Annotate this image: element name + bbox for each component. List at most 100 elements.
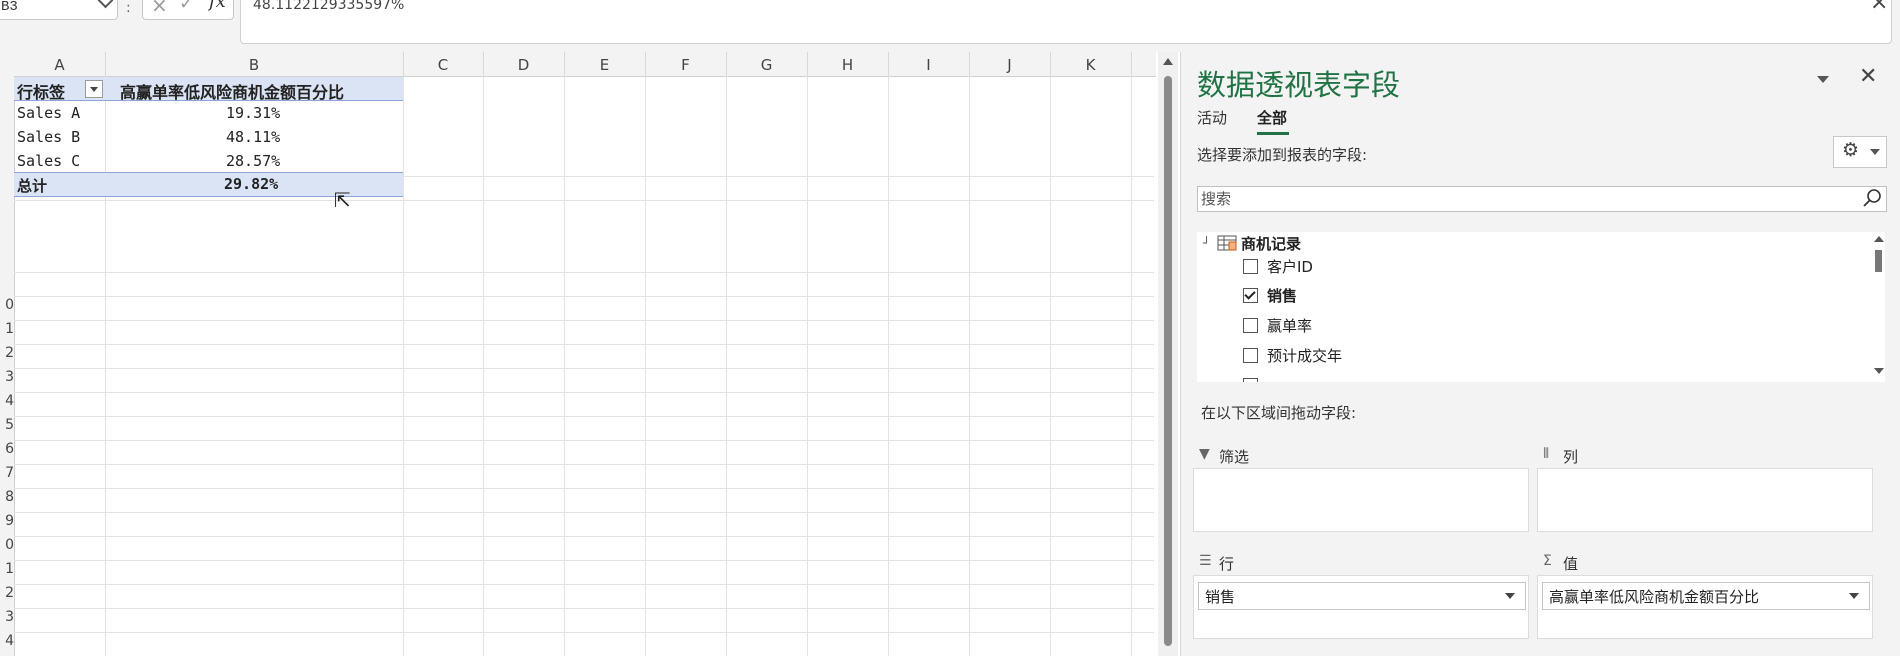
- field-list-settings-button[interactable]: ⚙: [1833, 136, 1887, 168]
- pivot-row-label[interactable]: Sales B: [17, 128, 80, 146]
- column-header-j[interactable]: J: [969, 52, 1051, 76]
- pivot-row-value[interactable]: 28.57%: [226, 152, 280, 170]
- row-number[interactable]: 6: [0, 436, 14, 460]
- field-checkbox[interactable]: [1243, 348, 1258, 363]
- pivot-value-header[interactable]: 高赢单率低风险商机金额百分比: [120, 79, 344, 103]
- values-field-item[interactable]: 高赢单率低风险商机金额百分比: [1542, 582, 1870, 610]
- formula-input[interactable]: 48.1122129335597%: [240, 0, 1892, 44]
- name-box[interactable]: B3: [0, 0, 118, 20]
- gridline: [14, 536, 1154, 537]
- pivot-row-value[interactable]: 48.11%: [226, 128, 280, 146]
- column-header-k[interactable]: K: [1050, 52, 1132, 76]
- gridline: [14, 464, 1154, 465]
- columns-area[interactable]: ⦀ 列: [1537, 438, 1873, 532]
- field-label[interactable]: 销售: [1267, 285, 1297, 306]
- filter-area[interactable]: ▼ 筛选: [1193, 438, 1529, 532]
- column-header-a[interactable]: A: [14, 52, 106, 76]
- tab-all-fields[interactable]: 全部: [1257, 107, 1287, 128]
- gridline: [645, 76, 646, 656]
- column-header-d[interactable]: D: [483, 52, 565, 76]
- column-header-g[interactable]: G: [726, 52, 808, 76]
- row-number[interactable]: 1: [0, 316, 14, 340]
- pivot-row-label[interactable]: Sales C: [17, 152, 80, 170]
- search-input[interactable]: [1198, 187, 1844, 211]
- field-list-scrollbar[interactable]: [1871, 232, 1885, 382]
- vertical-scrollbar[interactable]: [1158, 52, 1178, 656]
- row-number[interactable]: 8: [0, 484, 14, 508]
- columns-drop-zone[interactable]: [1537, 468, 1873, 532]
- gridline: [483, 76, 484, 656]
- scroll-down-icon[interactable]: [1874, 368, 1884, 374]
- close-icon[interactable]: ×: [1870, 0, 1888, 15]
- collapse-icon[interactable]: ┘: [1203, 236, 1210, 250]
- scroll-thumb[interactable]: [1164, 76, 1172, 646]
- sigma-icon: Σ: [1543, 553, 1552, 569]
- gridline: [403, 76, 404, 656]
- row-number[interactable]: 2: [0, 340, 14, 364]
- confirm-icon[interactable]: ✓: [179, 0, 194, 14]
- column-header-b[interactable]: B: [105, 52, 404, 76]
- pivot-total-label[interactable]: 总计: [17, 175, 47, 196]
- rows-drop-zone[interactable]: 销售: [1193, 575, 1529, 639]
- field-checkbox[interactable]: [1243, 378, 1258, 382]
- field-search-box[interactable]: [1197, 186, 1887, 212]
- column-header-h[interactable]: H: [807, 52, 889, 76]
- column-header-e[interactable]: E: [564, 52, 646, 76]
- rows-field-item[interactable]: 销售: [1198, 582, 1526, 610]
- formula-tools: × ✓ fx: [142, 0, 234, 20]
- field-label[interactable]: 赢单率: [1267, 315, 1312, 336]
- pivot-total-value[interactable]: 29.82%: [224, 175, 278, 193]
- scroll-up-icon[interactable]: [1163, 58, 1173, 65]
- column-header-f[interactable]: F: [645, 52, 727, 76]
- field-checkbox[interactable]: [1243, 318, 1258, 333]
- values-drop-zone[interactable]: 高赢单率低风险商机金额百分比: [1537, 575, 1873, 639]
- field-label[interactable]: 预计成交年: [1267, 345, 1342, 366]
- column-header-c[interactable]: C: [403, 52, 484, 76]
- rows-area[interactable]: ☰ 行 销售: [1193, 545, 1529, 639]
- gridline: [14, 416, 1154, 417]
- row-number[interactable]: 5: [0, 412, 14, 436]
- row-number[interactable]: 0: [0, 532, 14, 556]
- insert-function-icon[interactable]: fx: [209, 0, 226, 12]
- row-number[interactable]: 3: [0, 604, 14, 628]
- gridline: [14, 368, 1154, 369]
- field-label[interactable]: 客户ID: [1267, 256, 1313, 277]
- pivot-row-value[interactable]: 19.31%: [226, 104, 280, 122]
- panel-options-dropdown-icon[interactable]: [1817, 76, 1829, 83]
- column-header-i[interactable]: I: [888, 52, 970, 76]
- column-header-row: A B C D E F G H I J K: [0, 52, 1156, 77]
- chevron-down-icon: [1870, 149, 1880, 155]
- chevron-down-icon[interactable]: [1505, 593, 1515, 599]
- field-checkbox[interactable]: [1243, 288, 1258, 303]
- close-icon[interactable]: ✕: [1859, 64, 1877, 89]
- tab-active-fields[interactable]: 活动: [1197, 107, 1227, 128]
- chevron-down-icon[interactable]: [97, 0, 114, 9]
- gridline: [1131, 76, 1132, 656]
- cancel-icon[interactable]: ×: [151, 0, 168, 17]
- row-number[interactable]: 4: [0, 628, 14, 652]
- gridline: [564, 76, 565, 656]
- field-checkbox[interactable]: [1243, 259, 1258, 274]
- pivot-row-label[interactable]: Sales A: [17, 104, 80, 122]
- pivot-row-labels-header[interactable]: 行标签: [17, 79, 65, 103]
- row-number[interactable]: 9: [0, 508, 14, 532]
- chevron-down-icon[interactable]: [1849, 593, 1859, 599]
- row-number[interactable]: 2: [0, 580, 14, 604]
- gridline: [14, 320, 1154, 321]
- scroll-thumb[interactable]: [1875, 250, 1882, 272]
- row-number[interactable]: 0: [0, 292, 14, 316]
- gridline: [105, 76, 106, 656]
- row-number[interactable]: 7: [0, 460, 14, 484]
- row-number[interactable]: 1: [0, 556, 14, 580]
- worksheet-grid[interactable]: A B C D E F G H I J K 0 1 2 3 4 5 6 7 8 …: [0, 52, 1156, 656]
- search-icon[interactable]: [1862, 187, 1884, 209]
- scroll-up-icon[interactable]: [1874, 236, 1884, 242]
- gridline: [14, 296, 1154, 297]
- formula-bar-separator: :: [126, 0, 131, 16]
- row-number[interactable]: 4: [0, 388, 14, 412]
- row-number[interactable]: 3: [0, 364, 14, 388]
- filter-drop-zone[interactable]: [1193, 468, 1529, 532]
- values-area[interactable]: Σ 值 高赢单率低风险商机金额百分比: [1537, 545, 1873, 639]
- pivot-filter-dropdown[interactable]: [85, 80, 103, 98]
- gridline: [726, 76, 727, 656]
